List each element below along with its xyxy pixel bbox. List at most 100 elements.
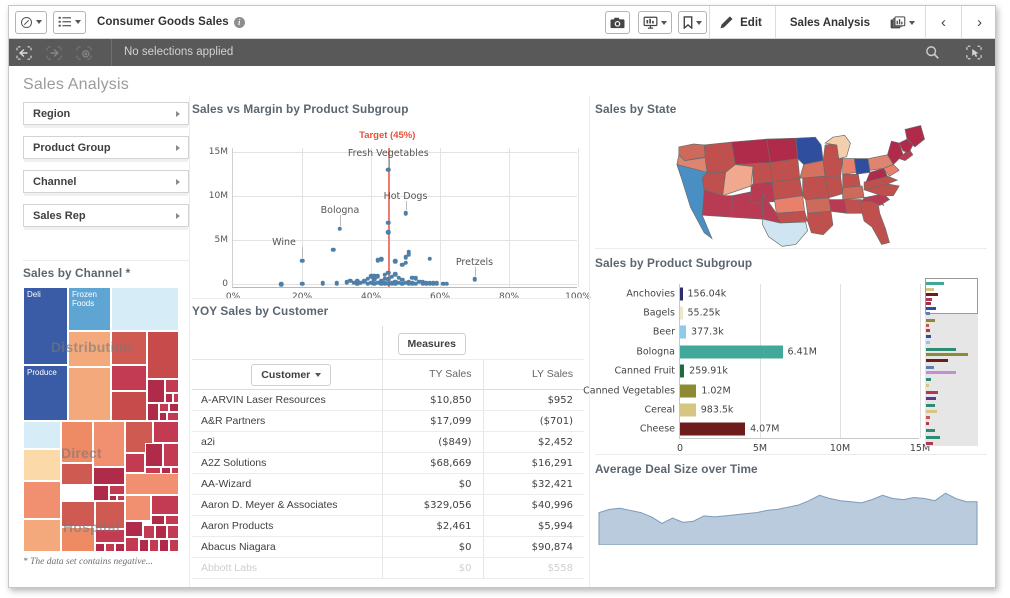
bar-category-label[interactable]: Canned Vegetables	[583, 385, 675, 396]
treemap-tile[interactable]	[159, 403, 169, 412]
treemap-tile[interactable]	[147, 403, 159, 421]
state-tx[interactable]	[763, 219, 808, 246]
state-id[interactable]	[704, 142, 735, 172]
scatter-point[interactable]	[386, 221, 391, 226]
scatter-point[interactable]	[400, 263, 405, 268]
previous-sheet-button[interactable]: ‹	[928, 6, 959, 39]
table-row[interactable]: Abacus Niagara$0$90,874	[192, 537, 584, 558]
treemap-tile[interactable]	[153, 421, 179, 443]
cell-customer[interactable]: a2i	[192, 432, 382, 453]
state-mt[interactable]	[732, 139, 771, 164]
next-sheet-button[interactable]: ›	[964, 6, 995, 39]
sheet-list-button[interactable]	[53, 11, 86, 34]
area-series[interactable]	[599, 493, 977, 545]
treemap-tile[interactable]	[151, 495, 179, 515]
scatter-point[interactable]	[389, 282, 394, 287]
bar-plot-area[interactable]: 05M10M15MAnchovies156.04kBagels55.25kBee…	[679, 284, 919, 439]
state-ok[interactable]	[776, 211, 807, 223]
treemap-tile[interactable]	[109, 485, 125, 495]
treemap-tile[interactable]	[167, 412, 179, 421]
scatter-point[interactable]	[331, 248, 336, 253]
treemap-tile[interactable]	[125, 473, 179, 495]
scatter-point[interactable]	[383, 282, 388, 287]
treemap-tile[interactable]	[125, 521, 143, 537]
customer-dimension-button[interactable]: Customer	[251, 364, 331, 386]
state-la[interactable]	[808, 211, 833, 234]
treemap-tile[interactable]	[61, 501, 95, 527]
treemap-tile[interactable]	[61, 527, 95, 552]
bar-category-label[interactable]: Bologna	[636, 346, 675, 357]
bar[interactable]	[680, 365, 684, 378]
search-selections-button[interactable]	[917, 39, 947, 66]
selections-tool-button[interactable]	[959, 39, 989, 66]
snapshot-button[interactable]	[605, 11, 630, 34]
treemap-tile[interactable]	[93, 485, 109, 501]
treemap-tile[interactable]	[111, 391, 147, 421]
bar[interactable]	[680, 326, 686, 339]
filter-channel[interactable]: Channel	[23, 170, 189, 193]
state-fl[interactable]	[860, 200, 889, 245]
treemap-tile[interactable]	[149, 539, 159, 552]
treemap-tile[interactable]	[68, 331, 111, 367]
table-row[interactable]: A2Z Solutions$68,669$16,291	[192, 453, 584, 474]
treemap-tile[interactable]	[68, 367, 111, 421]
treemap-tile[interactable]	[125, 537, 139, 552]
treemap-tile[interactable]	[143, 525, 155, 539]
scatter-point[interactable]	[427, 256, 432, 261]
state-ky[interactable]	[843, 174, 861, 188]
scatter-point[interactable]	[355, 282, 360, 287]
bar-category-label[interactable]: Beer	[653, 327, 675, 338]
treemap-tile[interactable]	[159, 539, 169, 552]
filter-product-group[interactable]: Product Group	[23, 136, 189, 159]
cell-customer[interactable]: A2Z Solutions	[192, 453, 382, 474]
filter-region[interactable]: Region	[23, 102, 189, 125]
table-row[interactable]: AA-Wizard$0$32,421	[192, 474, 584, 495]
sheet-overview-button[interactable]	[882, 6, 923, 39]
treemap-tile[interactable]	[111, 287, 179, 331]
scatter-point[interactable]	[279, 282, 284, 287]
table-row[interactable]: Aaron Products$2,461$5,994	[192, 516, 584, 537]
treemap-tile[interactable]	[111, 331, 147, 365]
bar-category-label[interactable]: Anchovies	[626, 288, 675, 299]
info-icon[interactable]: i	[234, 17, 245, 28]
state-mn[interactable]	[796, 137, 823, 164]
treemap-tile[interactable]	[165, 379, 179, 393]
column-header-ty-sales[interactable]: TY Sales	[382, 360, 483, 390]
state-al[interactable]	[845, 200, 863, 214]
treemap-tile[interactable]	[169, 403, 179, 412]
treemap-tile[interactable]	[159, 412, 167, 421]
bar-category-label[interactable]: Cereal	[645, 404, 675, 415]
selection-back-button[interactable]	[9, 39, 39, 66]
treemap-tile-produce[interactable]: Produce	[23, 365, 68, 421]
scatter-point[interactable]	[386, 230, 391, 235]
state-oh[interactable]	[854, 159, 870, 175]
scatter-point[interactable]	[376, 258, 381, 263]
scatter-point[interactable]	[300, 259, 305, 264]
state-nd[interactable]	[767, 138, 798, 162]
scatter-point[interactable]	[393, 259, 398, 264]
scatter-point[interactable]	[365, 281, 370, 286]
treemap-tile[interactable]	[23, 481, 61, 519]
treemap-tile[interactable]	[61, 421, 93, 463]
treemap-chart[interactable]: DeliFrozen FoodsProduceDistributionDirec…	[23, 287, 179, 552]
cell-customer[interactable]: Aaron D. Meyer & Associates	[192, 495, 382, 516]
table-row-partial[interactable]: Abbott Labs$0$558	[192, 558, 584, 579]
treemap-tile[interactable]	[23, 421, 61, 449]
bar[interactable]	[680, 287, 683, 300]
scatter-point[interactable]	[407, 282, 412, 287]
bar-category-label[interactable]: Bagels	[643, 308, 675, 319]
us-choropleth-map[interactable]	[595, 120, 985, 248]
bar-category-label[interactable]: Cheese	[640, 424, 675, 435]
treemap-tile[interactable]	[155, 525, 167, 539]
scatter-chart[interactable]: Target (45%) 0%20%40%60%80%100%05M10M15M…	[192, 124, 584, 316]
scatter-point[interactable]	[334, 281, 339, 286]
scatter-point[interactable]	[338, 226, 343, 231]
treemap-tile[interactable]	[173, 393, 179, 403]
scatter-point[interactable]	[403, 211, 408, 216]
treemap-tile[interactable]	[105, 543, 115, 552]
state-tn[interactable]	[843, 186, 864, 200]
state-ms[interactable]	[829, 200, 847, 214]
state-ar[interactable]	[806, 198, 831, 214]
table-row[interactable]: Aaron D. Meyer & Associates$329,056$40,9…	[192, 495, 584, 516]
scatter-point[interactable]	[403, 255, 408, 260]
